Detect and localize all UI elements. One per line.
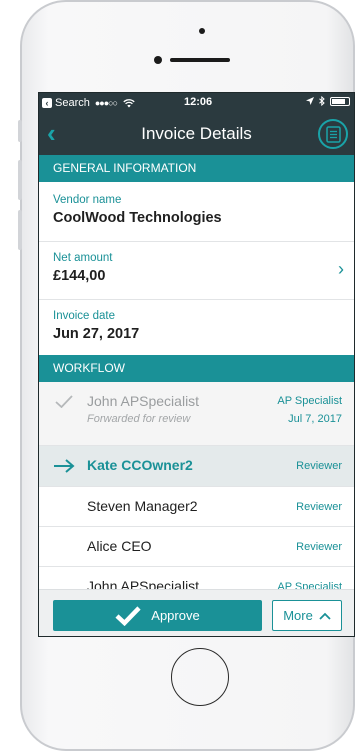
workflow-step-name: John APSpecialist	[87, 393, 200, 409]
net-amount-label: Net amount	[53, 252, 113, 264]
vendor-name-field: Vendor name CoolWood Technologies	[39, 182, 354, 242]
document-button[interactable]	[318, 119, 348, 149]
approve-label: Approve	[151, 608, 200, 623]
checkmark-icon	[55, 395, 73, 408]
status-bar: ‹ Search ●●●○○ 12:06	[39, 93, 354, 113]
invoice-date-field: Invoice date Jun 27, 2017	[39, 300, 354, 355]
clock: 12:06	[184, 96, 213, 108]
workflow-step-role: Reviewer	[296, 541, 342, 553]
arrow-right-icon	[54, 459, 75, 473]
workflow-step-name: Kate CCOwner2	[87, 457, 193, 473]
workflow-step-completed[interactable]: John APSpecialist Forwarded for review A…	[39, 382, 354, 446]
general-information-header: GENERAL INFORMATION	[39, 155, 354, 182]
approve-button[interactable]: Approve	[53, 600, 262, 631]
more-button[interactable]: More	[272, 600, 342, 631]
workflow-step-name: Steven Manager2	[87, 498, 198, 514]
net-amount-value: £144,00	[53, 268, 106, 284]
vendor-name-value: CoolWood Technologies	[53, 210, 222, 226]
proximity-sensor	[199, 28, 205, 34]
page-title: Invoice Details	[141, 124, 252, 143]
workflow-step-name: Alice CEO	[87, 538, 152, 554]
battery-icon	[330, 96, 350, 106]
workflow-header: WORKFLOW	[39, 355, 354, 382]
vendor-name-label: Vendor name	[53, 194, 122, 206]
wifi-icon	[123, 98, 135, 107]
workflow-step-pending[interactable]: Steven Manager2 Reviewer	[39, 487, 354, 527]
workflow-step-pending[interactable]: Alice CEO Reviewer	[39, 527, 354, 567]
workflow-step-role: AP Specialist	[277, 395, 342, 407]
front-camera	[154, 56, 162, 64]
back-to-search-label[interactable]: Search	[55, 97, 90, 109]
navigation-bar: ‹ Invoice Details	[39, 113, 354, 155]
workflow-step-role: Reviewer	[296, 501, 342, 513]
app-screen: ‹ Search ●●●○○ 12:06 ‹ Invoice Details G…	[38, 92, 355, 637]
checkmark-icon	[115, 605, 141, 626]
workflow-step-current[interactable]: Kate CCOwner2 Reviewer	[39, 446, 354, 487]
home-button[interactable]	[171, 648, 229, 706]
chevron-up-icon	[319, 612, 331, 620]
volume-up-button	[18, 160, 22, 200]
workflow-step-date: Jul 7, 2017	[288, 413, 342, 425]
invoice-date-label: Invoice date	[53, 310, 116, 322]
signal-strength-icon: ●●●○○	[94, 98, 118, 108]
workflow-step-role: Reviewer	[296, 460, 342, 472]
volume-down-button	[18, 210, 22, 250]
document-icon	[326, 126, 341, 143]
action-bar: Approve More	[39, 589, 354, 636]
earpiece-speaker	[170, 58, 230, 62]
chevron-right-icon[interactable]: ›	[338, 259, 344, 280]
location-arrow-icon	[306, 97, 314, 105]
workflow-step-note: Forwarded for review	[87, 413, 191, 425]
mute-switch	[18, 120, 22, 142]
invoice-date-value: Jun 27, 2017	[53, 326, 140, 342]
back-to-app-icon[interactable]: ‹	[42, 98, 52, 108]
bluetooth-icon	[319, 96, 325, 106]
net-amount-field[interactable]: Net amount £144,00 ›	[39, 242, 354, 300]
more-label: More	[283, 608, 313, 623]
